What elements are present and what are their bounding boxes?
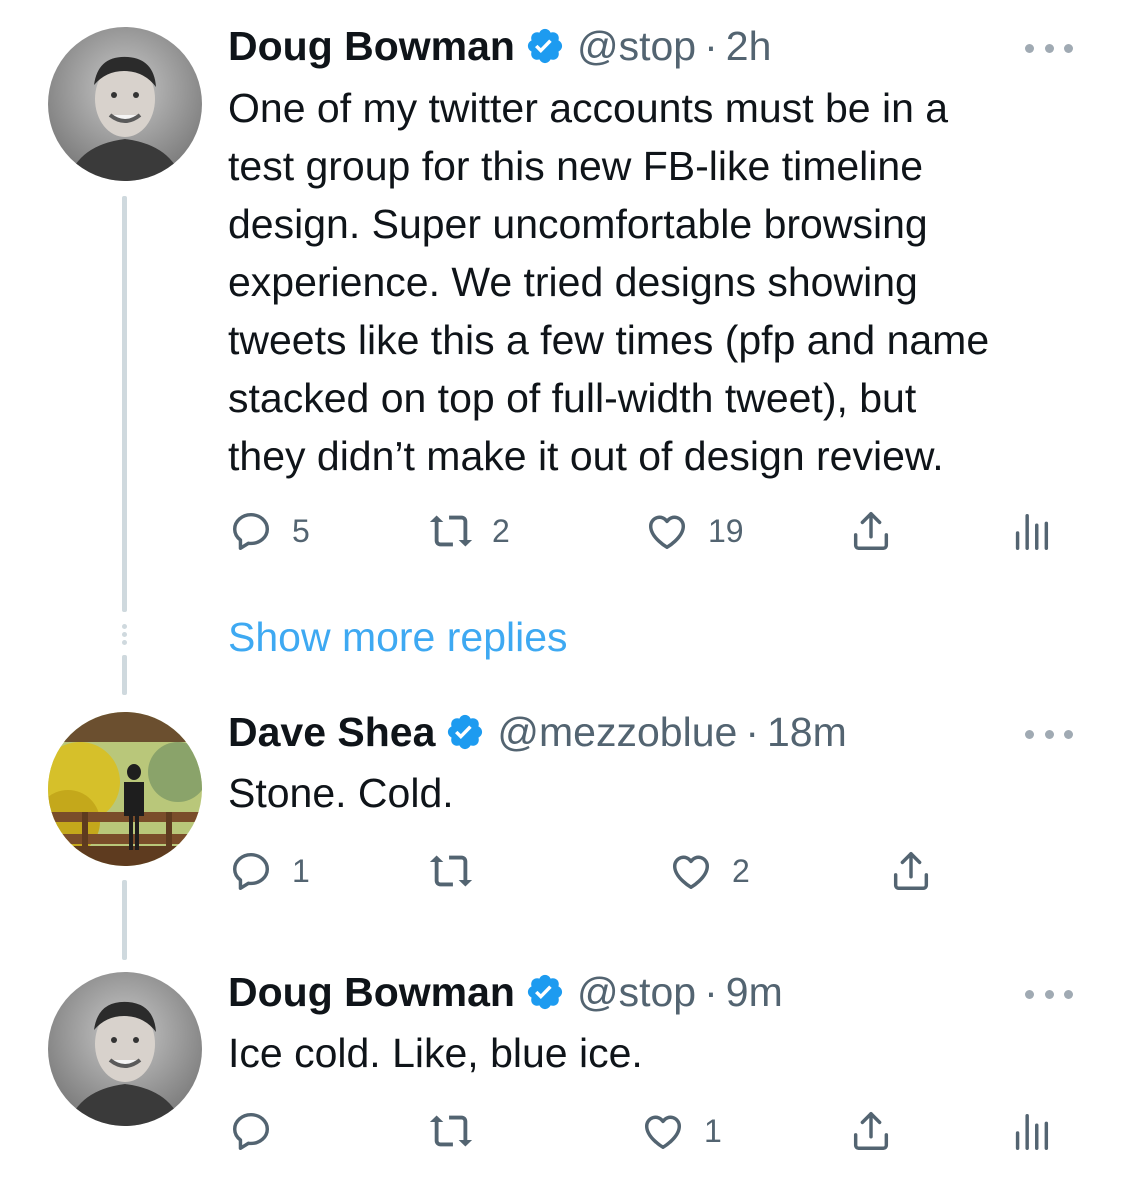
analytics-button[interactable] — [1008, 1108, 1054, 1154]
tweet-text: One of my twitter accounts must be in a … — [228, 79, 1088, 485]
tweet-text-line: tweets like this a few times (pfp and na… — [228, 317, 990, 363]
thread-gap-dots — [120, 624, 129, 648]
avatar[interactable] — [48, 27, 202, 181]
reply-count: 5 — [292, 512, 310, 549]
tweet-text-line: test group for this new FB-like timeline — [228, 143, 923, 189]
like-button[interactable]: 19 — [644, 508, 744, 554]
separator: · — [704, 969, 718, 1015]
verified-badge-icon — [527, 974, 563, 1010]
tweet-text-line: they didn’t make it out of design review… — [228, 433, 944, 479]
avatar-doug-bowman — [48, 972, 202, 1126]
separator: · — [704, 23, 718, 69]
avatar[interactable] — [48, 712, 202, 866]
like-count: 2 — [732, 852, 750, 889]
share-button[interactable] — [888, 848, 934, 894]
display-name[interactable]: Doug Bowman — [228, 968, 515, 1016]
like-count: 1 — [704, 1112, 722, 1149]
retweet-button[interactable]: 2 — [428, 508, 510, 554]
tweet-text: Stone. Cold. — [228, 764, 1088, 822]
retweet-count: 2 — [492, 512, 510, 549]
retweet-button[interactable] — [428, 848, 474, 894]
verified-badge-icon — [527, 28, 563, 64]
verified-badge-icon — [448, 714, 483, 750]
timestamp[interactable]: 2h — [726, 22, 772, 70]
show-more-replies-link[interactable]: Show more replies — [228, 612, 568, 662]
reply-button[interactable]: 5 — [228, 508, 310, 554]
like-button[interactable]: 2 — [668, 848, 750, 894]
share-icon — [853, 1112, 889, 1150]
more-icon[interactable] — [1025, 988, 1073, 1000]
heart-icon — [644, 1115, 682, 1150]
avatar-dave-shea — [48, 712, 202, 866]
reply-icon — [232, 1112, 270, 1150]
reply-button[interactable] — [228, 1108, 274, 1154]
share-button[interactable] — [848, 508, 894, 554]
tweet-text-line: Stone. Cold. — [228, 770, 454, 816]
retweet-icon — [429, 1115, 473, 1147]
reply-icon — [232, 852, 270, 890]
analytics-icon — [1015, 1113, 1049, 1150]
like-count: 19 — [708, 512, 744, 549]
handle[interactable]: @stop — [577, 968, 696, 1016]
display-name[interactable]: Dave Shea — [228, 708, 435, 756]
analytics-icon — [1015, 513, 1049, 550]
avatar[interactable] — [48, 972, 202, 1126]
thread-line-top — [122, 196, 127, 612]
heart-icon — [648, 515, 686, 550]
reply-button[interactable]: 1 — [228, 848, 310, 894]
timestamp[interactable]: 18m — [767, 708, 847, 756]
tweet-header: Dave Shea @mezzoblue · 18m — [228, 708, 847, 756]
tweet-text-line: stacked on top of full-width tweet), but — [228, 375, 917, 421]
analytics-button[interactable] — [1008, 508, 1054, 554]
share-icon — [853, 512, 889, 550]
separator: · — [745, 709, 759, 755]
more-icon[interactable] — [1025, 728, 1073, 740]
handle[interactable]: @stop — [577, 22, 696, 70]
tweet-text: Ice cold. Like, blue ice. — [228, 1024, 1088, 1082]
tweet-text-line: Ice cold. Like, blue ice. — [228, 1030, 643, 1076]
handle[interactable]: @mezzoblue — [497, 708, 737, 756]
reply-count: 1 — [292, 852, 310, 889]
thread-line-bottom — [122, 880, 127, 960]
reply-icon — [232, 512, 270, 550]
display-name[interactable]: Doug Bowman — [228, 22, 515, 70]
share-button[interactable] — [848, 1108, 894, 1154]
tweet-header: Doug Bowman @stop · 2h — [228, 22, 771, 70]
share-icon — [893, 852, 929, 890]
heart-icon — [672, 855, 710, 890]
retweet-icon — [429, 855, 473, 887]
more-icon[interactable] — [1025, 42, 1073, 54]
like-button[interactable]: 1 — [640, 1108, 722, 1154]
tweet-text-line: One of my twitter accounts must be in a — [228, 85, 949, 131]
tweet-text-line: design. Super uncomfortable browsing — [228, 201, 928, 247]
timestamp[interactable]: 9m — [726, 968, 783, 1016]
retweet-button[interactable] — [428, 1108, 474, 1154]
avatar-doug-bowman — [48, 27, 202, 181]
retweet-icon — [429, 515, 473, 547]
thread-line-mid — [122, 655, 127, 695]
tweet-header: Doug Bowman @stop · 9m — [228, 968, 783, 1016]
tweet-text-line: experience. We tried designs showing — [228, 259, 918, 305]
